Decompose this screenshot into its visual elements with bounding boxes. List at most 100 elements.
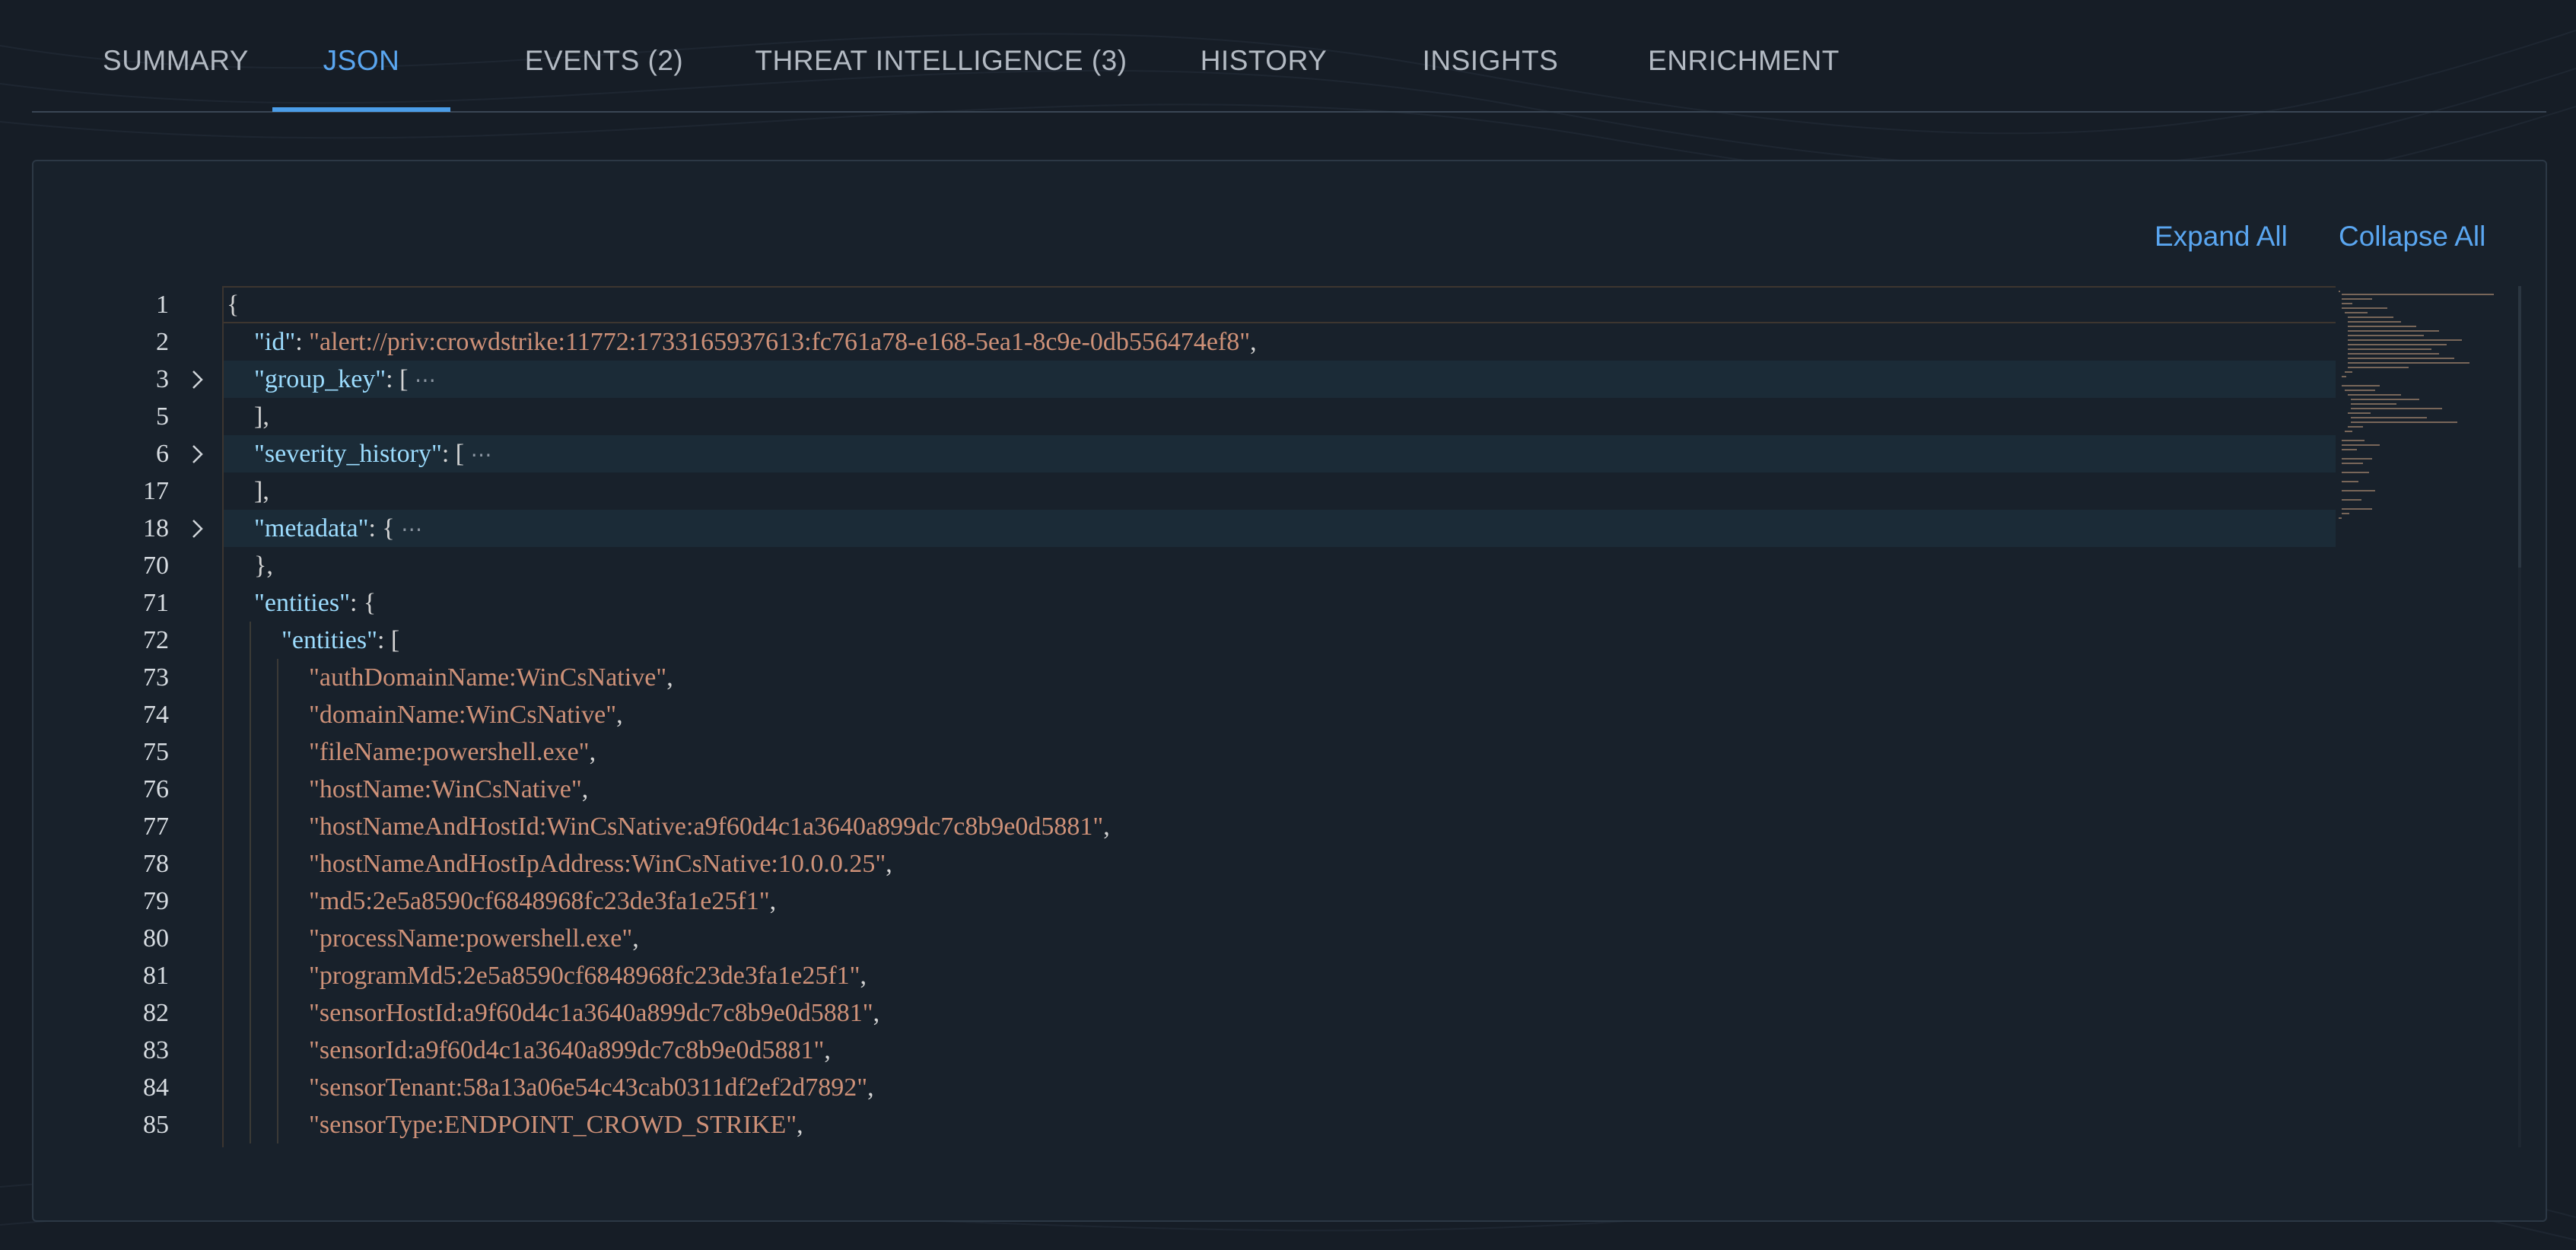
tab-insights[interactable]: INSIGHTS — [1400, 0, 1581, 110]
line-number: 6 — [156, 440, 169, 468]
json-string: "sensorType:ENDPOINT_CROWD_STRIKE" — [309, 1111, 797, 1139]
tab-events[interactable]: EVENTS (2) — [496, 0, 712, 110]
json-key: "metadata" — [254, 514, 369, 542]
json-punctuation: : { — [368, 514, 402, 542]
code-line: "sensorHostId:a9f60d4c1a3640a899dc7c8b9e… — [224, 994, 2336, 1032]
line-number: 2 — [156, 328, 169, 356]
json-panel: Expand All Collapse All 1 2 3 5 6 17 18 70 71 72 7… — [32, 160, 2547, 1222]
json-string: "authDomainName:WinCsNative" — [309, 663, 667, 692]
code-line: ], — [224, 472, 2336, 510]
line-number: 83 — [143, 1036, 169, 1064]
tab-history[interactable]: HISTORY — [1181, 0, 1347, 110]
json-punctuation: , — [666, 663, 673, 692]
line-number: 85 — [143, 1111, 169, 1139]
tab-threat-intelligence[interactable]: THREAT INTELLIGENCE (3) — [738, 0, 1144, 110]
line-number: 72 — [143, 626, 169, 654]
expand-all-button[interactable]: Expand All — [2155, 221, 2288, 253]
line-number: 1 — [156, 291, 169, 319]
json-string: "processName:powershell.exe" — [309, 924, 633, 953]
code-line: "entities": [ — [224, 622, 2336, 659]
chevron-right-icon[interactable] — [187, 361, 208, 398]
code-line: "sensorType:ENDPOINT_CROWD_STRIKE", — [224, 1106, 2336, 1143]
tab-json[interactable]: JSON — [272, 0, 450, 112]
line-number: 73 — [143, 663, 169, 692]
line-number-gutter: 1 2 3 5 6 17 18 70 71 72 73 74 75 76 77 78 79 80 81 82 83 84 8… — [97, 286, 204, 1147]
json-key: "severity_history" — [254, 440, 442, 468]
json-punctuation: , — [873, 999, 880, 1027]
json-key: "entities" — [254, 589, 350, 617]
json-punctuation: , — [867, 1073, 874, 1102]
folded-code-line[interactable]: "group_key": [ ⋯ — [224, 361, 2336, 398]
line-number: 70 — [143, 552, 169, 580]
line-number: 79 — [143, 887, 169, 915]
json-string: "domainName:WinCsNative" — [309, 701, 617, 729]
json-string: "programMd5:2e5a8590cf6848968fc23de3fa1e… — [309, 962, 860, 990]
line-number: 76 — [143, 775, 169, 803]
fold-ellipsis[interactable]: ⋯ — [415, 367, 436, 393]
line-number: 84 — [143, 1073, 169, 1102]
vertical-scrollbar-thumb[interactable] — [2518, 286, 2521, 568]
line-number: 74 — [143, 701, 169, 729]
code-line: "hostNameAndHostIpAddress:WinCsNative:10… — [224, 845, 2336, 883]
code-line: "hostName:WinCsNative", — [224, 771, 2336, 808]
json-key: "id" — [254, 328, 296, 356]
code-line: "authDomainName:WinCsNative", — [224, 659, 2336, 696]
chevron-right-icon[interactable] — [187, 435, 208, 472]
code-line: "processName:powershell.exe", — [224, 920, 2336, 957]
json-string: "sensorTenant:58a13a06e54c43cab0311df2ef… — [309, 1073, 868, 1102]
json-punctuation: , — [886, 850, 892, 878]
tab-enrichment[interactable]: ENRICHMENT — [1630, 0, 1858, 110]
code-line: "domainName:WinCsNative", — [224, 696, 2336, 733]
json-string: "fileName:powershell.exe" — [309, 738, 590, 766]
json-punctuation: : [ — [377, 626, 400, 654]
tab-summary[interactable]: SUMMARY — [79, 0, 272, 110]
fold-ellipsis[interactable]: ⋯ — [401, 517, 422, 542]
code-line: "sensorTenant:58a13a06e54c43cab0311df2ef… — [224, 1069, 2336, 1106]
line-number: 75 — [143, 738, 169, 766]
json-punctuation: : [ — [441, 440, 471, 468]
code-line: { — [224, 286, 2336, 323]
json-string: "hostName:WinCsNative" — [309, 775, 582, 803]
json-punctuation: , — [860, 962, 867, 990]
json-code-area[interactable]: {"id": "alert://priv:crowdstrike:11772:1… — [222, 286, 2336, 1147]
json-editor[interactable]: 1 2 3 5 6 17 18 70 71 72 73 74 75 76 77 78 79 80 81 82 83 84 8… — [97, 286, 2521, 1147]
collapse-all-button[interactable]: Collapse All — [2339, 221, 2485, 253]
chevron-right-icon[interactable] — [187, 510, 208, 547]
fold-ellipsis[interactable]: ⋯ — [471, 442, 492, 467]
code-line: ], — [224, 398, 2336, 435]
line-number: 81 — [143, 962, 169, 990]
json-punctuation: ], — [254, 477, 269, 505]
code-line: "programMd5:2e5a8590cf6848968fc23de3fa1e… — [224, 957, 2336, 994]
indent-guide — [250, 622, 251, 1143]
json-punctuation: , — [824, 1036, 831, 1064]
json-string: "sensorId:a9f60d4c1a3640a899dc7c8b9e0d58… — [309, 1036, 825, 1064]
editor-minimap[interactable] — [2336, 286, 2511, 743]
json-punctuation: , — [616, 701, 623, 729]
code-line: }, — [224, 547, 2336, 584]
line-number: 82 — [143, 999, 169, 1027]
tab-bar: SUMMARY JSON EVENTS (2) THREAT INTELLIGE… — [32, 0, 2546, 113]
json-punctuation: , — [581, 775, 589, 803]
json-punctuation: , — [1103, 813, 1110, 841]
json-string: "hostNameAndHostIpAddress:WinCsNative:10… — [309, 850, 886, 878]
line-number: 5 — [156, 402, 169, 431]
json-punctuation: ], — [254, 402, 269, 431]
line-number: 3 — [156, 365, 169, 393]
line-number: 18 — [143, 514, 169, 542]
json-punctuation: , — [797, 1111, 803, 1139]
code-line: "hostNameAndHostId:WinCsNative:a9f60d4c1… — [224, 808, 2336, 845]
json-key: "entities" — [281, 626, 377, 654]
folded-code-line[interactable]: "severity_history": [ ⋯ — [224, 435, 2336, 472]
code-line: "id": "alert://priv:crowdstrike:11772:17… — [224, 323, 2336, 361]
json-string: "hostNameAndHostId:WinCsNative:a9f60d4c1… — [309, 813, 1104, 841]
line-number: 78 — [143, 850, 169, 878]
line-number: 77 — [143, 813, 169, 841]
json-string: "alert://priv:crowdstrike:11772:17331659… — [309, 328, 1251, 356]
indent-guide — [277, 659, 278, 1143]
json-string: "md5:2e5a8590cf6848968fc23de3fa1e25f1" — [309, 887, 770, 915]
code-line: "fileName:powershell.exe", — [224, 733, 2336, 771]
json-punctuation: : — [295, 328, 310, 356]
folded-code-line[interactable]: "metadata": { ⋯ — [224, 510, 2336, 547]
json-punctuation: , — [589, 738, 596, 766]
code-line: "sensorId:a9f60d4c1a3640a899dc7c8b9e0d58… — [224, 1032, 2336, 1069]
